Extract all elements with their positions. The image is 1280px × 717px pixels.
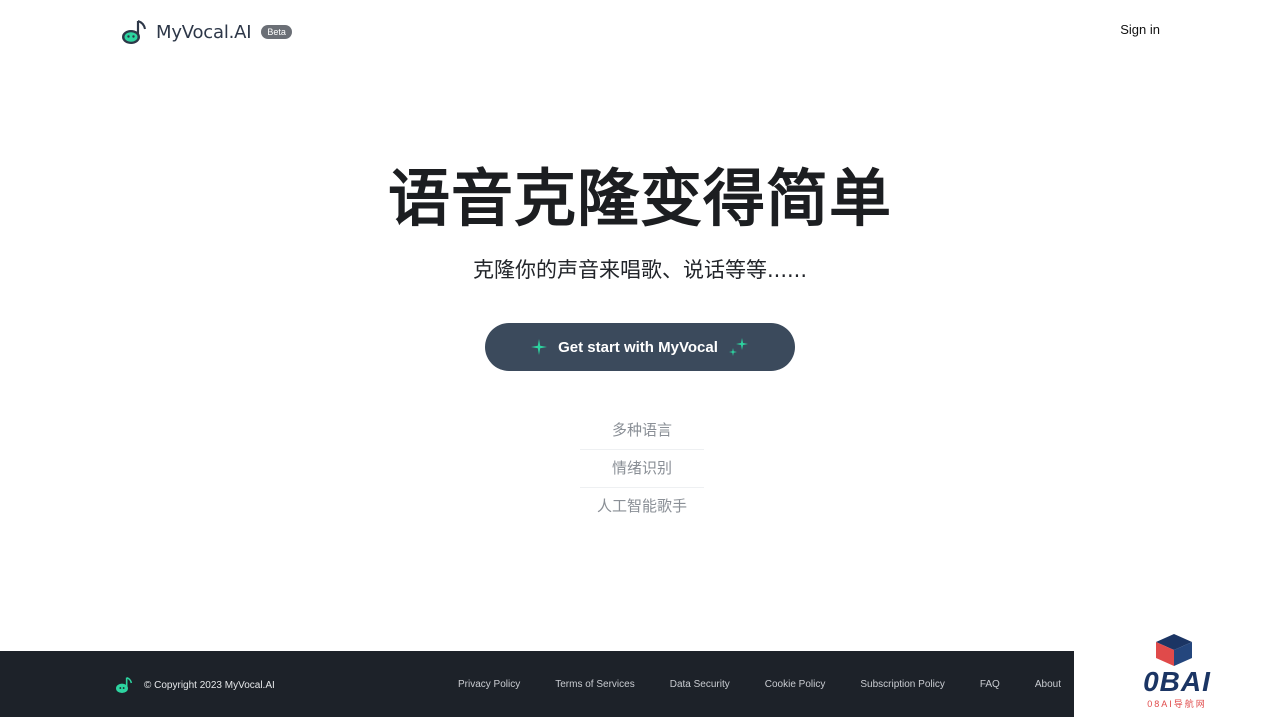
- get-started-label: Get start with MyVocal: [558, 338, 718, 356]
- footer-link-terms[interactable]: Terms of Services: [555, 679, 634, 690]
- feature-item: 人工智能歌手: [596, 497, 687, 515]
- header: MyVocal.AI Beta Sign in: [0, 0, 1280, 64]
- music-note-logo-icon: [116, 676, 133, 693]
- footer-link-data-security[interactable]: Data Security: [670, 679, 730, 690]
- footer-link-faq[interactable]: FAQ: [980, 679, 1000, 690]
- footer-links: Privacy Policy Terms of Services Data Se…: [458, 679, 1061, 690]
- footer-link-about[interactable]: About: [1035, 679, 1061, 690]
- feature-item: 多种语言: [580, 412, 704, 450]
- brand-name: MyVocal.AI: [156, 21, 252, 43]
- footer-link-subscription[interactable]: Subscription Policy: [860, 679, 944, 690]
- sparkle-icon: [531, 339, 548, 355]
- footer-copyright: © Copyright 2023 MyVocal.AI: [144, 679, 275, 691]
- watermark-subtext: 08AI导航网: [1147, 699, 1207, 709]
- get-started-button[interactable]: Get start with MyVocal: [485, 323, 795, 371]
- cube-logo-icon: [1156, 634, 1192, 666]
- watermark-text: 0BAI: [1143, 666, 1211, 697]
- footer-brand: © Copyright 2023 MyVocal.AI: [114, 675, 275, 695]
- feature-list: 多种语言 情绪识别 人工智能歌手: [580, 412, 704, 525]
- page: MyVocal.AI Beta Sign in 语音克隆变得简单 克隆你的声音来…: [0, 0, 1280, 717]
- footer-link-privacy[interactable]: Privacy Policy: [458, 679, 520, 690]
- feature-item: 情绪识别: [580, 450, 704, 488]
- watermark: 0BAI 08AI导航网: [1074, 626, 1280, 717]
- hero-title: 语音克隆变得简单: [387, 162, 892, 235]
- brand-logo[interactable]: MyVocal.AI Beta: [120, 16, 292, 48]
- music-note-logo-icon: [122, 20, 146, 44]
- sparkles-icon: [728, 338, 748, 356]
- beta-badge: Beta: [261, 25, 292, 39]
- hero-subtitle: 克隆你的声音来唱歌、说话等等......: [472, 258, 808, 282]
- sign-in-link[interactable]: Sign in: [1120, 22, 1160, 37]
- footer-link-cookie[interactable]: Cookie Policy: [765, 679, 826, 690]
